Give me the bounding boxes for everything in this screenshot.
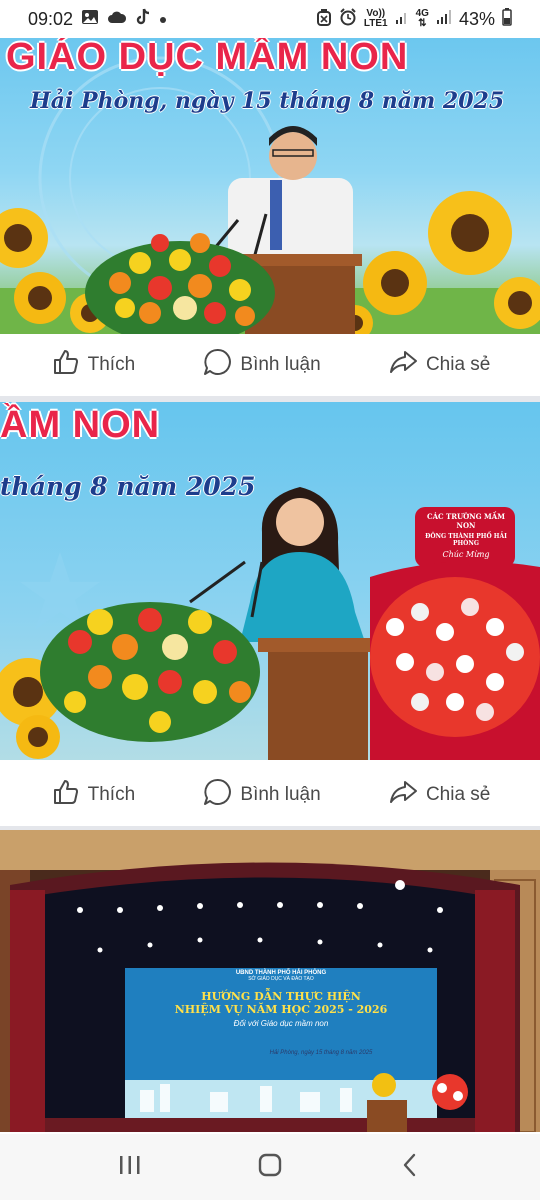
volte-indicator: Vo)) LTE1 xyxy=(364,9,388,29)
comment-label: Bình luận xyxy=(240,784,321,805)
lte-label: LTE1 xyxy=(363,18,388,29)
battery-percent: 43% xyxy=(458,8,495,29)
comment-icon xyxy=(202,347,232,383)
post1-banner-title: GIÁO DỤC MẦM NON xyxy=(6,38,409,78)
like-icon xyxy=(50,347,80,383)
screen-date: Hải Phòng, ngày 15 tháng 8 năm 2025 xyxy=(269,1050,373,1056)
flower-card-line2: ĐÔNG THÀNH PHỐ HẢI PHÒNG xyxy=(425,533,507,547)
flower-card-line1: CÁC TRƯỜNG MẦM NON xyxy=(427,512,505,530)
screen-text: UBND THÀNH PHỐ HẢI PHÒNG SỞ GIÁO DỤC VÀ … xyxy=(125,970,437,1056)
alarm-off-icon xyxy=(316,8,332,31)
alarm-icon xyxy=(339,7,357,31)
status-time: 09:02 xyxy=(28,8,74,29)
net-type-indicator: 4G ⇅ xyxy=(416,9,429,29)
tiktok-icon xyxy=(135,8,151,31)
share-button[interactable]: Chia sẻ xyxy=(388,777,490,813)
cloud-icon xyxy=(107,9,127,29)
post1-banner-subtitle: Hải Phòng, ngày 15 tháng 8 năm 2025 xyxy=(30,88,505,114)
comment-button[interactable]: Bình luận xyxy=(202,777,321,813)
comment-label: Bình luận xyxy=(240,354,321,375)
like-label: Thích xyxy=(87,784,136,805)
share-label: Chia sẻ xyxy=(425,354,491,375)
screen-org-line2: SỞ GIÁO DỤC VÀ ĐÀO TẠO xyxy=(248,976,314,982)
flower-card-line3: Chúc Mừng xyxy=(442,550,490,559)
comment-icon xyxy=(202,777,232,813)
back-icon xyxy=(400,1152,420,1183)
system-nav-bar xyxy=(0,1134,540,1200)
screen-title-line2: NHIỆM VỤ NĂM HỌC 2025 - 2026 xyxy=(174,1003,388,1016)
recents-button[interactable] xyxy=(100,1142,160,1192)
post1-actions: Thích Bình luận Chia sẻ xyxy=(0,334,540,396)
recents-icon xyxy=(117,1153,143,1182)
post-photo-2[interactable]: ẦM NON tháng 8 năm 2025 CÁC TRƯỜNG MẦM N… xyxy=(0,402,540,760)
back-button[interactable] xyxy=(380,1142,440,1192)
status-right: Vo)) LTE1 4G ⇅ 43% xyxy=(316,7,512,31)
screen-title-line3: Đối với Giáo dục mầm non xyxy=(233,1019,329,1028)
post-photo-1[interactable]: GIÁO DỤC MẦM NON Hải Phòng, ngày 15 thán… xyxy=(0,38,540,334)
post2-banner-subtitle: tháng 8 năm 2025 xyxy=(0,472,256,501)
battery-icon xyxy=(502,7,512,31)
comment-button[interactable]: Bình luận xyxy=(202,347,321,383)
screen: 09:02 Vo)) LTE1 4G ⇅ 43% GIÁO DỤC MẦM NO… xyxy=(0,0,540,1200)
signal-icon-2 xyxy=(436,9,452,30)
post-photo-3[interactable]: UBND THÀNH PHỐ HẢI PHÒNG SỞ GIÁO DỤC VÀ … xyxy=(0,830,540,1132)
home-button[interactable] xyxy=(240,1142,300,1192)
status-left: 09:02 xyxy=(28,8,167,31)
share-label: Chia sẻ xyxy=(425,784,491,805)
flower-card: CÁC TRƯỜNG MẦM NON ĐÔNG THÀNH PHỐ HẢI PH… xyxy=(423,512,509,559)
updown-arrows-icon: ⇅ xyxy=(418,18,427,29)
signal-icon xyxy=(395,9,409,30)
image-icon xyxy=(81,9,99,30)
screen-title-line1: HƯỚNG DẪN THỰC HIỆN xyxy=(201,990,361,1003)
like-label: Thích xyxy=(87,354,136,375)
status-bar: 09:02 Vo)) LTE1 4G ⇅ 43% xyxy=(0,0,540,38)
post2-actions: Thích Bình luận Chia sẻ xyxy=(0,764,540,826)
dot-icon xyxy=(159,9,167,29)
like-button[interactable]: Thích xyxy=(50,777,136,813)
like-button[interactable]: Thích xyxy=(50,347,136,383)
share-icon xyxy=(388,347,418,383)
like-icon xyxy=(50,777,80,813)
post2-banner-title: ẦM NON xyxy=(0,404,161,446)
share-button[interactable]: Chia sẻ xyxy=(388,347,490,383)
share-icon xyxy=(388,777,418,813)
home-icon xyxy=(257,1152,283,1183)
